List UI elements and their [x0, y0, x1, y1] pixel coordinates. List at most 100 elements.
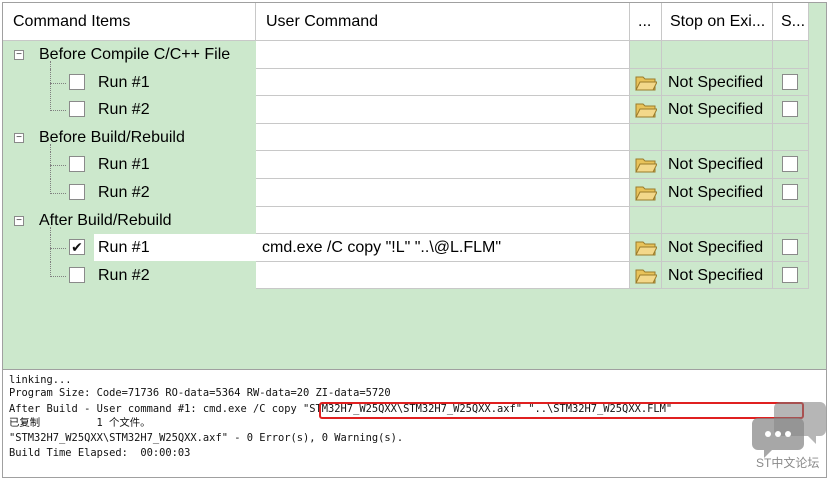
run-label: Run #2	[98, 101, 150, 119]
highlight-box	[319, 402, 804, 419]
empty-cell	[662, 41, 773, 69]
output-line: "STM32H7_W25QXX\STM32H7_W25QXX.axf" - 0 …	[9, 432, 404, 444]
run-checkbox[interactable]	[69, 183, 85, 200]
run-label: Run #2	[98, 183, 150, 201]
tree-line	[50, 82, 66, 84]
command-grid: Command Items User Command ... Stop on E…	[3, 3, 826, 369]
group-row[interactable]: − After Build/Rebuild	[3, 206, 809, 235]
stop-on-exit-select[interactable]: Not Specified	[662, 261, 773, 290]
open-folder-icon	[635, 241, 657, 256]
run-checkbox[interactable]	[69, 266, 85, 283]
group-command-cell	[256, 41, 630, 69]
stop-on-exit-select[interactable]: Not Specified	[662, 96, 773, 124]
tree-line	[50, 178, 51, 194]
empty-cell	[662, 206, 773, 235]
s-option-cell	[773, 178, 809, 207]
user-command-input[interactable]	[256, 96, 630, 124]
empty-cell	[630, 41, 662, 69]
tree-line	[50, 192, 66, 194]
group-row[interactable]: − Before Build/Rebuild	[3, 123, 809, 152]
run-label: Run #1	[98, 156, 150, 174]
browse-button[interactable]	[630, 151, 662, 179]
column-header-user-command[interactable]: User Command	[256, 3, 630, 41]
empty-cell	[630, 206, 662, 235]
run-label: Run #1	[94, 234, 256, 262]
output-line: 已复制 1 个文件。	[9, 417, 151, 429]
s-checkbox[interactable]	[782, 156, 798, 173]
user-command-input[interactable]	[256, 261, 630, 290]
tree-line	[50, 165, 66, 167]
output-line: linking...	[9, 374, 72, 386]
empty-cell	[662, 123, 773, 152]
command-rows: − Before Compile C/C++ File Run #1 Not S…	[3, 41, 809, 290]
empty-cell	[773, 41, 809, 69]
collapse-icon[interactable]: −	[14, 50, 24, 60]
s-option-cell	[773, 234, 809, 262]
open-folder-icon	[635, 76, 657, 91]
open-folder-icon	[635, 158, 657, 173]
s-checkbox[interactable]	[782, 239, 798, 256]
collapse-icon[interactable]: −	[14, 132, 24, 143]
run-label: Run #2	[98, 266, 150, 284]
run-row[interactable]: Run #2 Not Specified	[3, 178, 809, 207]
run-row[interactable]: Run #1 Not Specified	[3, 151, 809, 180]
user-command-input[interactable]	[256, 68, 630, 97]
user-command-input[interactable]	[256, 151, 630, 179]
column-header-s[interactable]: S...	[773, 3, 809, 41]
stop-on-exit-select[interactable]: Not Specified	[662, 68, 773, 97]
s-checkbox[interactable]	[782, 73, 798, 90]
user-commands-panel: Command Items User Command ... Stop on E…	[2, 2, 827, 478]
tree-line	[50, 110, 66, 112]
open-folder-icon	[635, 269, 657, 284]
column-header-stop-on-exit[interactable]: Stop on Exi...	[662, 3, 773, 41]
s-option-cell	[773, 151, 809, 179]
tree-line	[50, 275, 66, 277]
output-line: Program Size: Code=71736 RO-data=5364 RW…	[9, 387, 391, 399]
browse-button[interactable]	[630, 261, 662, 290]
run-row[interactable]: Run #2 Not Specified	[3, 96, 809, 124]
column-header-browse[interactable]: ...	[630, 3, 662, 41]
open-folder-icon	[635, 103, 657, 118]
column-header-command-items[interactable]: Command Items	[3, 3, 256, 41]
stop-on-exit-select[interactable]: Not Specified	[662, 178, 773, 207]
build-output-window[interactable]: linking... Program Size: Code=71736 RO-d…	[3, 369, 826, 477]
tree-line	[50, 248, 66, 250]
s-option-cell	[773, 261, 809, 290]
watermark-text: ST中文论坛	[756, 456, 820, 470]
user-command-input[interactable]: cmd.exe /C copy "!L" "..\@L.FLM"	[256, 234, 630, 262]
empty-cell	[630, 123, 662, 152]
run-checkbox[interactable]: ✔	[69, 239, 85, 256]
open-folder-icon	[635, 186, 657, 201]
stop-on-exit-select[interactable]: Not Specified	[662, 151, 773, 179]
s-checkbox[interactable]	[782, 183, 798, 200]
run-row[interactable]: Run #1 Not Specified	[3, 68, 809, 97]
s-option-cell	[773, 96, 809, 124]
tree-line	[50, 261, 51, 277]
run-row[interactable]: Run #2 Not Specified	[3, 261, 809, 290]
empty-cell	[773, 123, 809, 152]
browse-button[interactable]	[630, 68, 662, 97]
group-row[interactable]: − Before Compile C/C++ File	[3, 41, 809, 69]
group-command-cell	[256, 123, 630, 152]
browse-button[interactable]	[630, 234, 662, 262]
group-label: Before Compile C/C++ File	[39, 46, 231, 63]
empty-cell	[773, 206, 809, 235]
browse-button[interactable]	[630, 178, 662, 207]
stop-on-exit-select[interactable]: Not Specified	[662, 234, 773, 262]
user-command-input[interactable]	[256, 178, 630, 207]
s-checkbox[interactable]	[782, 266, 798, 283]
run-row-selected[interactable]: ✔ Run #1 cmd.exe /C copy "!L" "..\@L.FLM…	[3, 234, 809, 263]
group-label: Before Build/Rebuild	[39, 128, 185, 146]
group-command-cell	[256, 206, 630, 235]
run-label: Run #1	[98, 73, 150, 91]
s-option-cell	[773, 68, 809, 97]
collapse-icon[interactable]: −	[14, 215, 24, 226]
tree-line	[50, 96, 51, 112]
s-checkbox[interactable]	[782, 101, 798, 118]
run-checkbox[interactable]	[69, 73, 85, 90]
output-line: Build Time Elapsed: 00:00:03	[9, 447, 191, 459]
browse-button[interactable]	[630, 96, 662, 124]
run-checkbox[interactable]	[69, 101, 85, 118]
run-checkbox[interactable]	[69, 156, 85, 173]
group-label: After Build/Rebuild	[39, 211, 172, 229]
